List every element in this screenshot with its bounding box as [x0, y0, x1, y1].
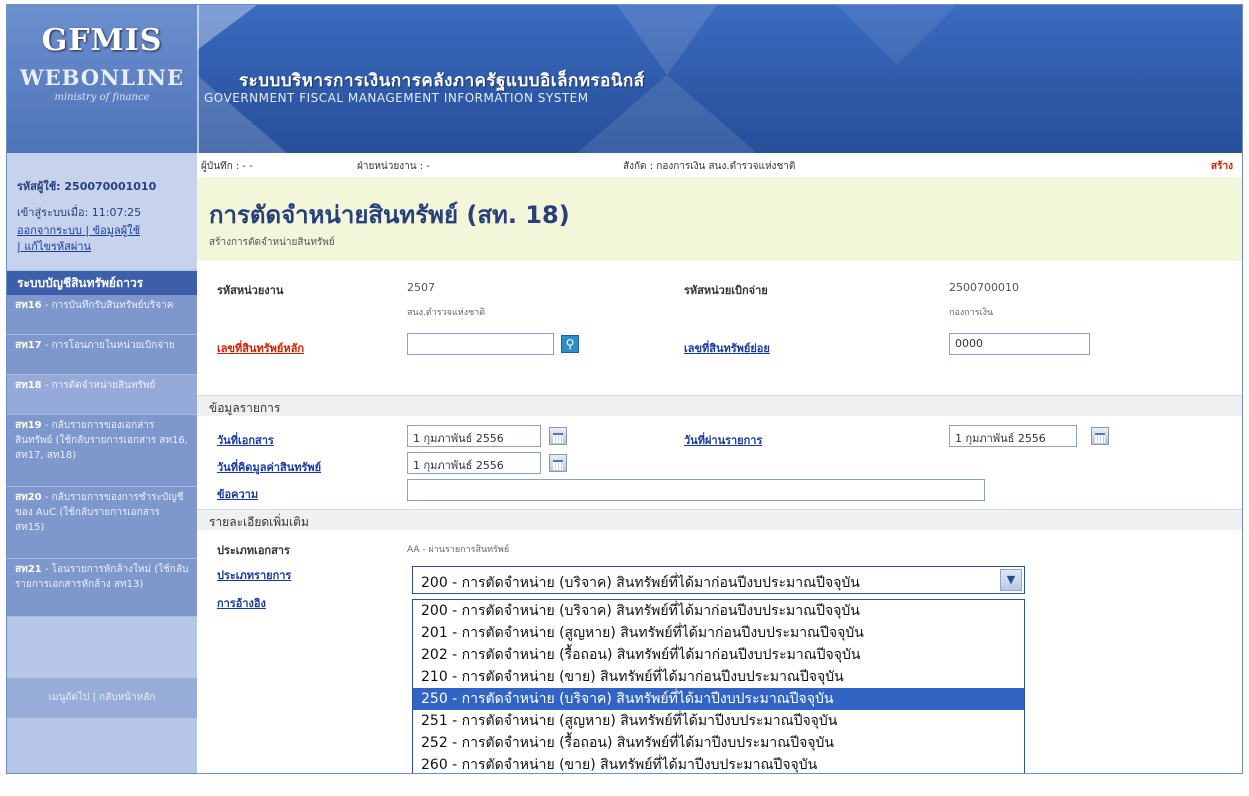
- value-date-input[interactable]: 1 กุมภาพันธ์ 2556: [407, 452, 541, 474]
- change-password-link[interactable]: | แก้ไขรหัสผ่าน: [17, 237, 91, 255]
- app-header: GFMIS WEBONLINE ministry of finance ระบบ…: [7, 5, 1242, 153]
- dropdown-option[interactable]: 210 - การตัดจำหน่าย (ขาย) สินทรัพย์ที่ได…: [413, 666, 1024, 688]
- gfmis-logo[interactable]: GFMIS WEBONLINE ministry of finance: [7, 5, 199, 153]
- section-items: ข้อมูลรายการ: [197, 395, 1242, 416]
- doc-type-label: ประเภทเอกสาร: [217, 544, 290, 557]
- dropdown-option[interactable]: 252 - การตัดจำหน่าย (รื้อถอน) สินทรัพย์ท…: [413, 732, 1024, 754]
- logo-title: GFMIS: [41, 23, 163, 58]
- sub-asset-link[interactable]: เลขที่สินทรัพย์ย่อย: [684, 339, 770, 357]
- value-date-link[interactable]: วันที่คิดมูลค่าสินทรัพย์: [217, 458, 321, 476]
- dropdown-option[interactable]: 201 - การตัดจำหน่าย (สูญหาย) สินทรัพย์ที…: [413, 622, 1024, 644]
- sidebar-item-code: สท21: [15, 564, 42, 575]
- sidebar-item-label: - การตัดจำหน่ายสินทรัพย์: [44, 380, 156, 391]
- main-asset-link[interactable]: เลขที่สินทรัพย์หลัก: [217, 339, 304, 357]
- dropdown-option[interactable]: 251 - การตัดจำหน่าย (สูญหาย) สินทรัพย์ที…: [413, 710, 1024, 732]
- post-date-link[interactable]: วันที่ผ่านรายการ: [684, 431, 762, 449]
- user-info-panel: รหัสผู้ใช้: 250070001010 เข้าสู่ระบบเมื่…: [7, 153, 197, 269]
- text-link[interactable]: ข้อความ: [217, 485, 258, 503]
- select-value: 200 - การตัดจำหน่าย (บริจาค) สินทรัพย์ที…: [421, 575, 860, 591]
- sub-asset-input[interactable]: 0000: [949, 333, 1090, 355]
- page-title: การตัดจำหน่ายสินทรัพย์ (สท. 18): [209, 201, 570, 229]
- division-info: ฝ่ายหน่วยงาน : -: [357, 161, 430, 172]
- dropdown-option[interactable]: 200 - การตัดจำหน่าย (บริจาค) สินทรัพย์ที…: [413, 600, 1024, 622]
- sidebar-item-label: - การบันทึกรับสินทรัพย์บริจาค: [44, 300, 174, 311]
- sidebar-item-st20[interactable]: สท20 - กลับรายการของการชำระบัญชีของ AuC …: [7, 487, 197, 559]
- reference-link[interactable]: การอ้างอิง: [217, 594, 266, 612]
- transaction-type-dropdown[interactable]: 200 - การตัดจำหน่าย (บริจาค) สินทรัพย์ที…: [412, 599, 1025, 773]
- calendar-icon[interactable]: [549, 427, 567, 445]
- chevron-down-icon[interactable]: ▼: [1000, 569, 1022, 591]
- sidebar-item-code: สท16: [15, 300, 42, 311]
- page-subtitle: สร้างการตัดจำหน่ายสินทรัพย์: [209, 237, 335, 248]
- system-name-english: GOVERNMENT FISCAL MANAGEMENT INFORMATION…: [204, 91, 589, 105]
- doc-type-value: AA - ผ่านรายการสินทรัพย์: [407, 545, 510, 555]
- section-items-title: ข้อมูลรายการ: [209, 401, 281, 415]
- sidebar-item-code: สท18: [15, 380, 42, 391]
- page-title-box: การตัดจำหน่ายสินทรัพย์ (สท. 18) สร้างการ…: [197, 177, 1242, 261]
- recorder-info: ผู้บันทึก : - -: [201, 161, 253, 172]
- disbursement-name: กองการเงิน: [949, 308, 994, 318]
- sidebar-item-st21[interactable]: สท21 - โอนรายการหักล้างใหม่ (ใช้กลับรายก…: [7, 559, 197, 617]
- post-date-input[interactable]: 1 กุมภาพันธ์ 2556: [949, 425, 1077, 447]
- sidebar-item-st19[interactable]: สท19 - กลับรายการของเอกสารสินทรัพย์ (ใช้…: [7, 415, 197, 487]
- user-id: รหัสผู้ใช้: 250070001010: [17, 180, 157, 193]
- section-details: รายละเอียดเพิ่มเติม: [197, 509, 1242, 530]
- dropdown-option[interactable]: 202 - การตัดจำหน่าย (รื้อถอน) สินทรัพย์ท…: [413, 644, 1024, 666]
- text-input[interactable]: [407, 479, 985, 501]
- section-details-title: รายละเอียดเพิ่มเติม: [209, 515, 309, 529]
- sidebar-item-code: สท17: [15, 340, 42, 351]
- create-link[interactable]: สร้าง: [1211, 159, 1233, 174]
- search-icon[interactable]: ⚲: [561, 335, 579, 353]
- main-asset-input[interactable]: [407, 333, 554, 355]
- agency-code-value: 2507: [407, 281, 435, 294]
- sidebar-item-code: สท19: [15, 420, 42, 431]
- doc-date-input[interactable]: 1 กุมภาพันธ์ 2556: [407, 425, 541, 447]
- sidebar: รหัสผู้ใช้: 250070001010 เข้าสู่ระบบเมื่…: [7, 153, 197, 773]
- affiliation-info: สังกัด : กองการเงิน สนง.ตำรวจแห่งชาติ: [623, 161, 796, 172]
- agency-name: สนง.ตำรวจแห่งชาติ: [407, 308, 486, 318]
- sidebar-footer-link[interactable]: เมนูถัดไป | กลับหน้าหลัก: [7, 678, 197, 718]
- calendar-icon[interactable]: [1091, 427, 1109, 445]
- login-time: เข้าสู่ระบบเมื่อ: 11:07:25: [17, 206, 142, 219]
- app-frame: GFMIS WEBONLINE ministry of finance ระบบ…: [6, 4, 1243, 774]
- disbursement-code-value: 2500700010: [949, 281, 1019, 294]
- logo-ministry: ministry of finance: [54, 92, 150, 103]
- sidebar-item-st18[interactable]: สท18 - การตัดจำหน่ายสินทรัพย์: [7, 375, 197, 415]
- sidebar-item-code: สท20: [15, 492, 42, 503]
- logo-subtitle: WEBONLINE: [19, 65, 184, 90]
- transaction-type-select[interactable]: 200 - การตัดจำหน่าย (บริจาค) สินทรัพย์ที…: [412, 566, 1025, 594]
- dropdown-option-highlighted[interactable]: 250 - การตัดจำหน่าย (บริจาค) สินทรัพย์ที…: [413, 688, 1024, 710]
- sidebar-item-label: - การโอนภายในหน่วยเบิกจ่าย: [44, 340, 175, 351]
- disbursement-code-label: รหัสหน่วยเบิกจ่าย: [684, 284, 768, 297]
- sidebar-menu-title: ระบบบัญชีสินทรัพย์ถาวร: [7, 271, 197, 295]
- info-bar: ผู้บันทึก : - - ฝ่ายหน่วยงาน : - สังกัด …: [197, 153, 1242, 178]
- doc-date-link[interactable]: วันที่เอกสาร: [217, 431, 274, 449]
- agency-code-label: รหัสหน่วยงาน: [217, 284, 284, 297]
- sidebar-item-st16[interactable]: สท16 - การบันทึกรับสินทรัพย์บริจาค: [7, 295, 197, 335]
- dropdown-option[interactable]: 260 - การตัดจำหน่าย (ขาย) สินทรัพย์ที่ได…: [413, 754, 1024, 773]
- system-name-thai: ระบบบริหารการเงินการคลังภาครัฐแบบอิเล็กท…: [239, 71, 645, 91]
- calendar-icon[interactable]: [549, 454, 567, 472]
- trans-type-link[interactable]: ประเภทรายการ: [217, 566, 291, 584]
- sidebar-item-st17[interactable]: สท17 - การโอนภายในหน่วยเบิกจ่าย: [7, 335, 197, 375]
